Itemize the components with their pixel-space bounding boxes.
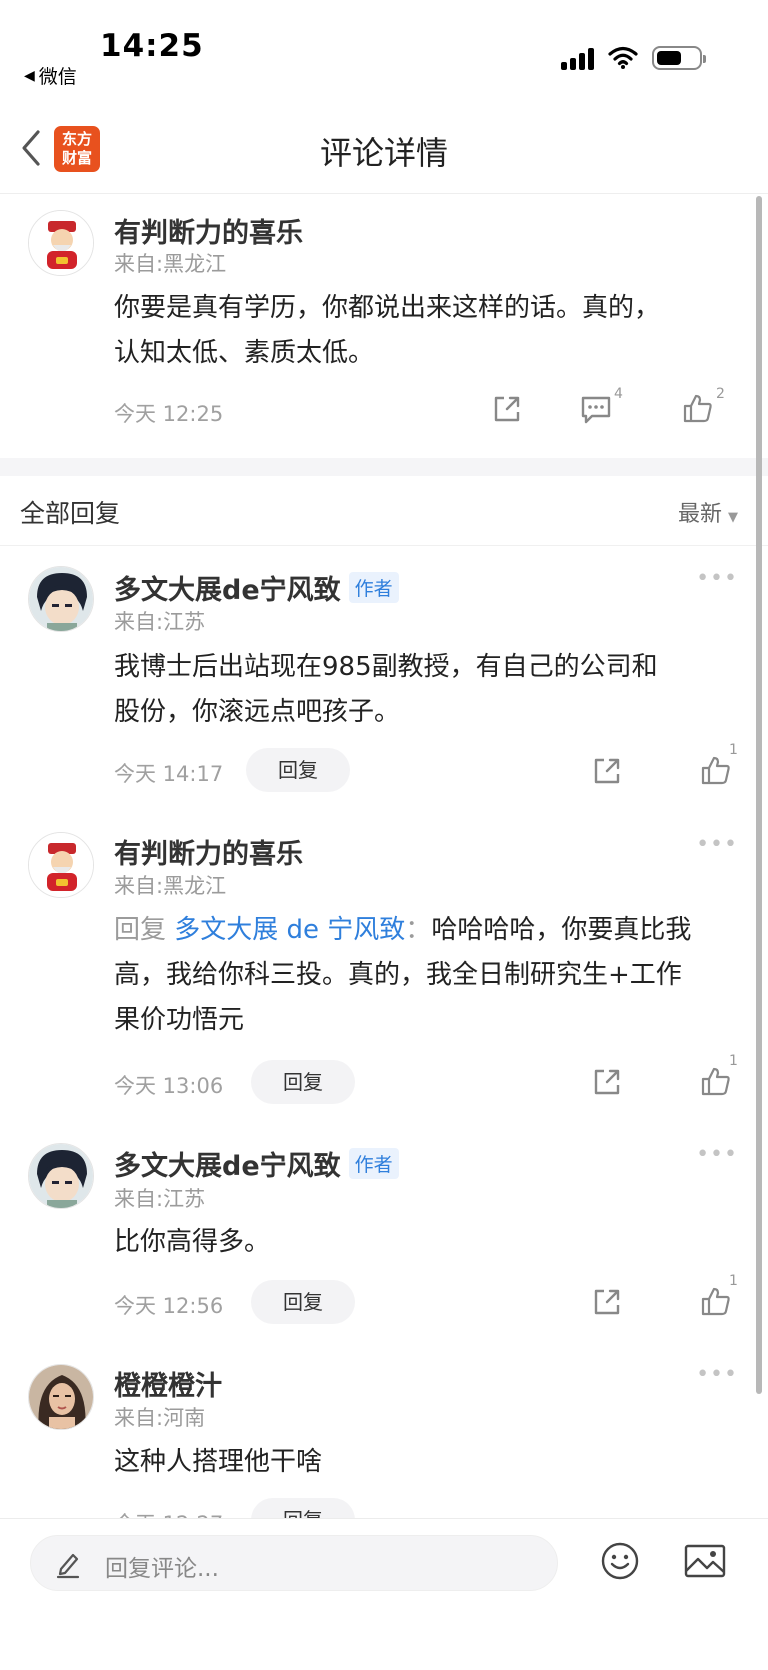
comment-icon[interactable] [580, 394, 612, 426]
share-icon[interactable] [592, 1067, 622, 1097]
avatar[interactable] [28, 566, 94, 632]
reply-text-line: 高，我给你科三投。真的，我全日制研究生+工作 [114, 960, 682, 990]
reply-region: 来自:河南 [114, 1406, 206, 1430]
thumbs-up-icon[interactable] [700, 1065, 732, 1097]
reply-time: 今天 14:17 [114, 762, 224, 786]
avatar[interactable] [28, 832, 94, 898]
more-icon[interactable]: ••• [696, 566, 738, 591]
input-placeholder: 回复评论... [105, 1556, 219, 1582]
mention-link[interactable]: 多文大展 de 宁风致 [174, 915, 405, 945]
reply-text-line: 股份，你滚远点吧孩子。 [114, 697, 401, 727]
sort-dropdown[interactable]: 最新 ▼ [678, 496, 738, 528]
author-badge: 作者 [348, 1148, 399, 1179]
reply-time: 今天 13:06 [114, 1074, 224, 1098]
avatar[interactable] [28, 1143, 94, 1209]
share-icon[interactable] [592, 756, 622, 786]
back-triangle-icon: ◀ [24, 67, 35, 84]
share-icon[interactable] [492, 394, 522, 424]
reply-username[interactable]: 多文大展de宁风致 作者 [114, 1144, 399, 1183]
username-text: 橙橙橙汁 [114, 1371, 222, 1402]
page-title: 评论详情 [319, 134, 448, 172]
back-to-app-link[interactable]: ◀ 微信 [24, 62, 77, 89]
username-text: 多文大展de宁风致 [114, 575, 341, 606]
replies-section-header: 全部回复 最新 ▼ [0, 476, 768, 546]
reply-time: 今天 12:56 [114, 1294, 224, 1318]
nav-header: 东方 财富 评论详情 [0, 100, 768, 194]
thumbs-up-icon[interactable] [700, 1285, 732, 1317]
like-count: 2 [716, 386, 725, 402]
reply-text-segment: 哈哈哈哈，你要真比我 [431, 915, 692, 945]
back-app-label: 微信 [38, 66, 77, 88]
reply-region: 来自:黑龙江 [114, 874, 227, 898]
image-icon[interactable] [684, 1543, 726, 1579]
comment-text: 你要是真有学历，你都说出来这样的话。真的， 认知太低、素质太低。 [114, 286, 744, 376]
comment-text-line: 你要是真有学历，你都说出来这样的话。真的， [114, 293, 661, 323]
reply-text: 我博士后出站现在985副教授，有自己的公司和 股份，你滚远点吧孩子。 [114, 645, 744, 735]
section-divider [0, 458, 768, 476]
username-text: 多文大展de宁风致 [114, 1151, 341, 1182]
cellular-signal-icon [561, 46, 594, 70]
comment-region: 来自:黑龙江 [114, 252, 227, 276]
thumbs-up-icon[interactable] [700, 754, 732, 786]
reply-username[interactable]: 多文大展de宁风致 作者 [114, 568, 399, 607]
username-text: 有判断力的喜乐 [114, 218, 303, 249]
share-icon[interactable] [592, 1287, 622, 1317]
reply-username[interactable]: 有判断力的喜乐 [114, 832, 303, 871]
status-time: 14:25 [100, 28, 204, 64]
reply-text-line: 这种人搭理他干啥 [114, 1447, 323, 1477]
reply-button[interactable]: 回复 [251, 1280, 355, 1324]
replies-section-title: 全部回复 [20, 499, 121, 528]
reply-text: 回复 多文大展 de 宁风致：哈哈哈哈，你要真比我 高，我给你科三投。真的，我全… [114, 908, 744, 1043]
comment-text-line: 认知太低、素质太低。 [114, 338, 375, 368]
fortune-god-avatar-icon [29, 211, 93, 275]
comment-username[interactable]: 有判断力的喜乐 [114, 211, 303, 250]
reply-button[interactable]: 回复 [251, 1060, 355, 1104]
reply-region: 来自:江苏 [114, 1187, 206, 1211]
reply-count: 4 [614, 386, 623, 402]
more-icon[interactable]: ••• [696, 1142, 738, 1167]
more-icon[interactable]: ••• [696, 832, 738, 857]
reply-text-line: 回复 多文大展 de 宁风致：哈哈哈哈，你要真比我 [114, 908, 744, 953]
mention-separator: ： [405, 915, 432, 945]
wifi-icon [608, 46, 638, 69]
status-icons [561, 46, 706, 70]
like-count: 1 [729, 1053, 738, 1069]
reply-text: 这种人搭理他干啥 [114, 1440, 744, 1485]
reply-username[interactable]: 橙橙橙汁 [114, 1364, 222, 1403]
battery-icon [652, 46, 706, 70]
username-text: 有判断力的喜乐 [114, 839, 303, 870]
reply-comment-input[interactable]: 回复评论... [30, 1535, 558, 1591]
thumbs-up-icon[interactable] [682, 392, 714, 424]
woman-portrait-avatar-icon [29, 1365, 93, 1429]
bottom-input-bar: 回复评论... [0, 1518, 768, 1670]
like-count: 1 [729, 1273, 738, 1289]
author-badge: 作者 [348, 572, 399, 603]
anime-boy-avatar-icon [29, 1144, 93, 1208]
reply-text-line: 比你高得多。 [114, 1227, 271, 1257]
caret-down-icon: ▼ [728, 510, 738, 525]
reply-text-line: 我博士后出站现在985副教授，有自己的公司和 [114, 652, 658, 682]
scrollbar[interactable] [756, 196, 762, 1394]
avatar[interactable] [28, 210, 94, 276]
like-count: 1 [729, 742, 738, 758]
reply-region: 来自:江苏 [114, 610, 206, 634]
fortune-god-avatar-icon [29, 833, 93, 897]
emoji-icon[interactable] [600, 1541, 640, 1581]
reply-text-line: 果价功悟元 [114, 1005, 245, 1035]
sort-label: 最新 [677, 502, 722, 527]
reply-text: 比你高得多。 [114, 1220, 744, 1265]
reply-button[interactable]: 回复 [246, 748, 350, 792]
more-icon[interactable]: ••• [696, 1362, 738, 1387]
pen-icon [56, 1553, 80, 1579]
status-bar: 14:25 ◀ 微信 [0, 0, 768, 100]
comment-time: 今天 12:25 [114, 402, 224, 426]
reply-prefix: 回复 [114, 915, 175, 945]
avatar[interactable] [28, 1364, 94, 1430]
anime-boy-avatar-icon [29, 567, 93, 631]
